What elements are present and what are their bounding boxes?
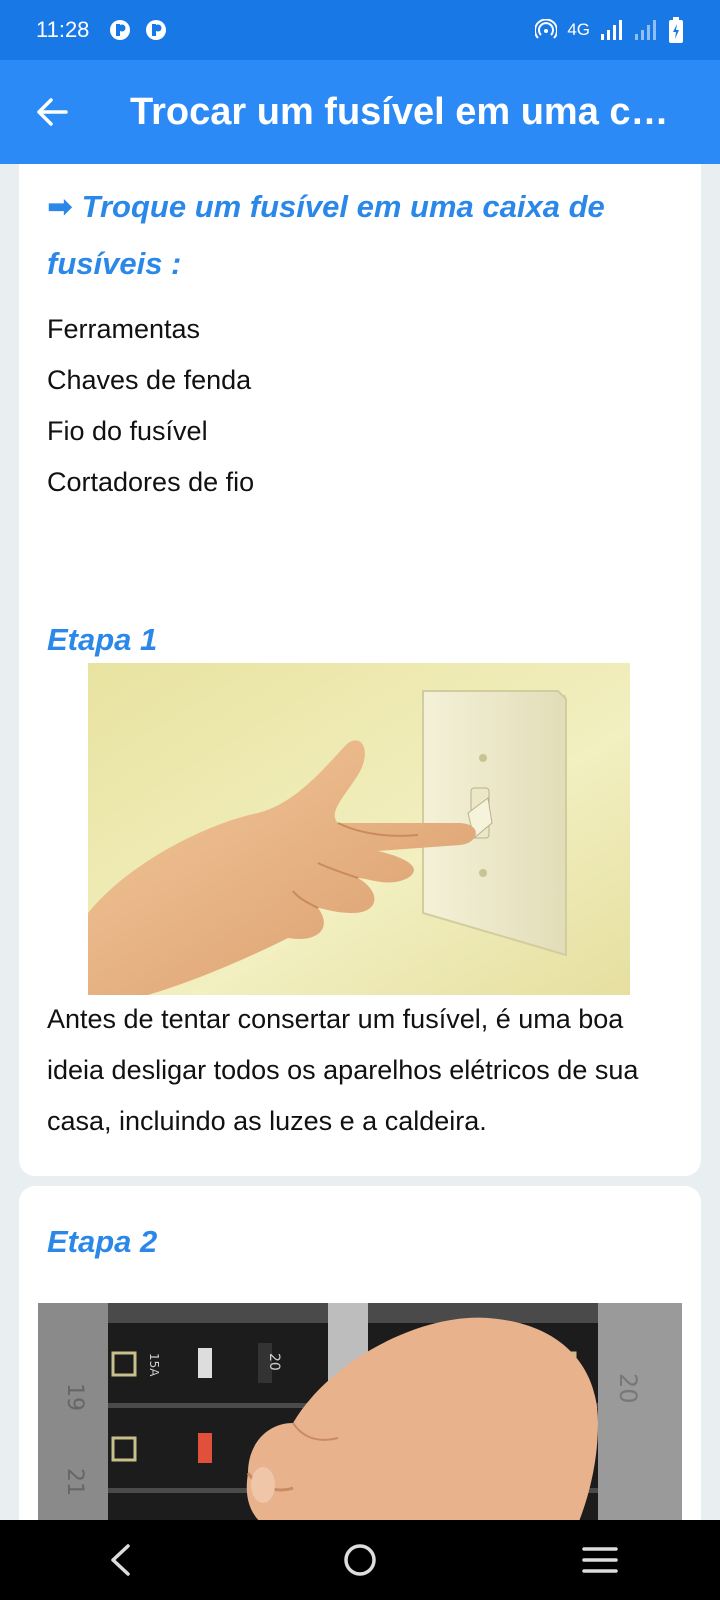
status-time: 11:28 [36,17,90,42]
step-2-card: Etapa 2 19 21 15A 20 20 [19,1186,701,1520]
breaker-label: 20 [614,1373,642,1404]
signal-icon [601,20,622,40]
step-2-title: Etapa 2 [47,1224,158,1259]
list-item: Ferramentas [47,314,201,344]
status-bar: 11:28 4G [0,0,720,60]
battery-charging-icon [669,17,683,43]
breaker-label: 15A [147,1353,161,1377]
nav-home-button[interactable] [320,1530,400,1590]
step-1-text: Antes de tentar consertar um fusível, é … [47,1004,639,1136]
system-nav-bar [0,1520,720,1600]
article-content[interactable]: ➡ Troque um fusível em uma caixa de fusí… [0,164,720,1520]
breaker-label: 21 [62,1468,87,1496]
menu-lines-icon [582,1547,618,1573]
hotspot-icon [535,19,558,39]
breaker-panel-image: 19 21 15A 20 20 [38,1303,682,1520]
app-bar: Trocar um fusível em uma cai… [0,60,720,164]
list-item: Cortadores de fio [47,467,255,497]
list-item: Chaves de fenda [47,365,252,395]
light-switch-image [88,663,630,995]
tools-list: Ferramentas Chaves de fenda Fio do fusív… [47,304,254,508]
notification-icon [146,20,167,40]
page-title: Trocar um fusível em uma cai… [130,90,670,133]
nav-back-button[interactable] [80,1530,160,1590]
step-1-card: Etapa 1 Antes de tentar consertar um fus… [19,584,701,1176]
nav-recents-button[interactable] [560,1530,640,1590]
list-item: Fio do fusível [47,416,208,446]
chevron-left-icon [111,1544,130,1576]
signal-icon-secondary [635,20,656,40]
breaker-label: 19 [62,1383,87,1411]
breaker-label: 20 [266,1353,282,1371]
home-circle-icon [344,1544,376,1576]
back-button[interactable] [24,84,80,140]
arrow-left-icon [37,98,68,126]
network-type: 4G [567,20,590,39]
notification-icon [110,20,131,40]
step-1-title: Etapa 1 [47,622,158,657]
intro-heading: ➡ Troque um fusível em uma caixa de fusí… [47,189,605,281]
